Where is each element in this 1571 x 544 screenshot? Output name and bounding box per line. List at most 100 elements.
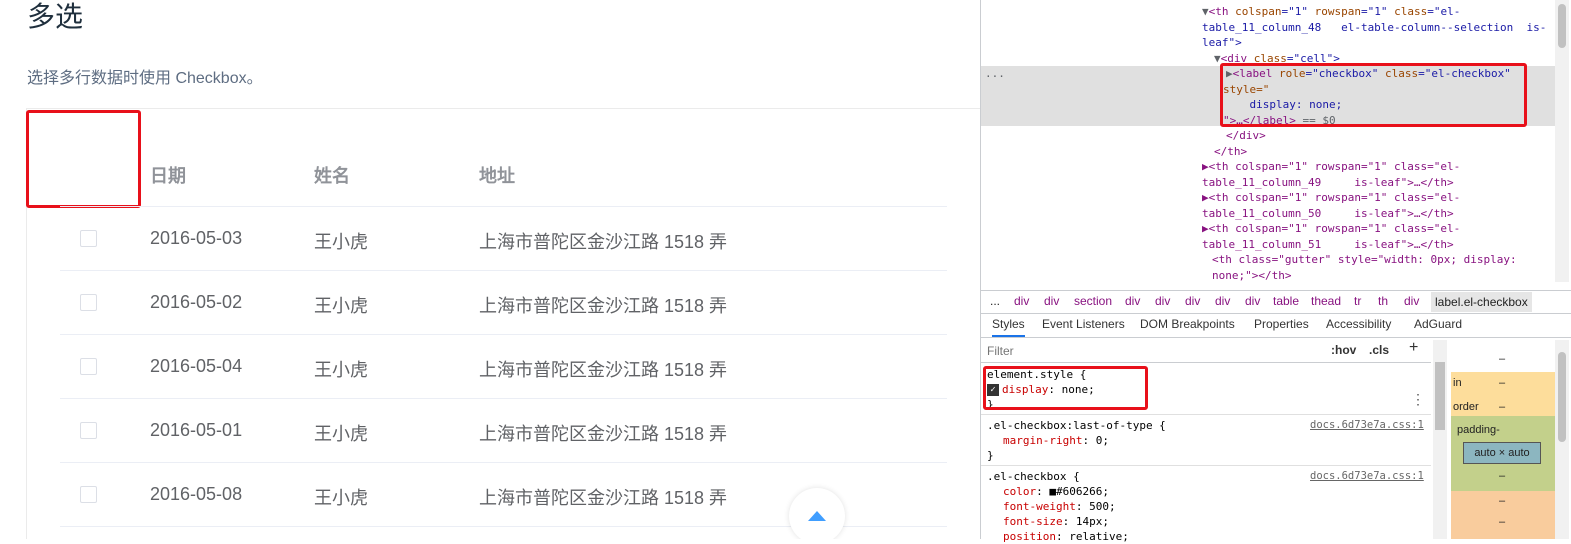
boxmodel-scrollbar[interactable] [1555, 340, 1569, 539]
dom-node-th-49[interactable]: ▶<th colspan="1" rowspan="1" class="el- [1202, 159, 1460, 175]
breadcrumb-item[interactable]: section [1074, 294, 1112, 308]
cell-name: 王小虎 [314, 488, 368, 508]
cls-toggle[interactable]: .cls [1369, 343, 1389, 357]
highlight-box-header-cell [26, 110, 141, 208]
breadcrumb-item[interactable]: th [1378, 294, 1388, 308]
breadcrumb-item-active[interactable]: label.el-checkbox [1431, 292, 1532, 312]
node-menu-ellipsis[interactable]: ... [985, 66, 1005, 82]
dom-line: table_11_column_49 is-leaf">…</th> [1202, 175, 1454, 189]
tab-styles[interactable]: Styles [992, 317, 1025, 337]
tab-adguard[interactable]: AdGuard [1414, 317, 1462, 331]
new-rule-plus-icon[interactable]: + [1409, 339, 1418, 357]
breadcrumb-item[interactable]: div [1014, 294, 1029, 308]
row-divider [60, 462, 947, 463]
breadcrumb-item[interactable]: div [1044, 294, 1059, 308]
breadcrumb-item[interactable]: thead [1311, 294, 1341, 308]
style-declaration[interactable]: font-size: 14px; [1003, 514, 1109, 529]
breadcrumb-item[interactable]: div [1155, 294, 1170, 308]
dom-line: </th> [1214, 144, 1248, 158]
rule-selector: .el-checkbox { [987, 470, 1080, 483]
styles-scrollbar[interactable] [1433, 340, 1447, 539]
style-declaration[interactable]: font-weight: 500; [1003, 499, 1116, 514]
cell-address: 上海市普陀区金沙江路 1518 弄 [479, 296, 728, 316]
cell-name: 王小虎 [314, 360, 368, 380]
cell-address: 上海市普陀区金沙江路 1518 弄 [479, 232, 728, 252]
style-declaration[interactable]: margin-right: 0; [1003, 433, 1109, 448]
page-description: 选择多行数据时使用 Checkbox。 [27, 70, 263, 87]
column-header-address[interactable]: 地址 [479, 162, 515, 188]
dom-line: none;"></th> [1212, 268, 1292, 282]
breadcrumb-item[interactable]: div [1215, 294, 1230, 308]
breadcrumb-item[interactable]: div [1404, 294, 1419, 308]
cell-name: 王小虎 [314, 424, 368, 444]
back-to-top-button[interactable] [789, 488, 845, 539]
breadcrumb-item[interactable]: ... [990, 294, 1000, 308]
cell-address: 上海市普陀区金沙江路 1518 弄 [479, 424, 728, 444]
dom-node-th-51[interactable]: ▶<th colspan="1" rowspan="1" class="el- [1202, 221, 1460, 237]
row-divider [60, 398, 947, 399]
box-model-margin-label: in [1453, 377, 1462, 389]
dom-node-th-48[interactable]: ▼<th colspan="1" rowspan="1" class="el- [1202, 4, 1460, 20]
row-checkbox[interactable] [80, 486, 97, 503]
style-declaration[interactable]: position: relative; [1003, 529, 1129, 544]
cell-address: 上海市普陀区金沙江路 1518 弄 [479, 488, 728, 508]
styles-filter-input[interactable] [985, 341, 1325, 361]
highlight-box-dom-node [1220, 63, 1527, 127]
cell-name: 王小虎 [314, 296, 368, 316]
devtools-panel: ▼<th colspan="1" rowspan="1" class="el- … [980, 0, 1571, 543]
style-declaration[interactable]: color: ■#606266; [1003, 484, 1109, 499]
styles-filter-bar: :hov .cls + [981, 338, 1431, 363]
breadcrumb-item[interactable]: tr [1354, 294, 1361, 308]
cell-name: 王小虎 [314, 232, 368, 252]
row-checkbox[interactable] [80, 230, 97, 247]
styles-pane: element.style { ✓ display: none; } ⋮ .el-… [981, 363, 1431, 543]
box-model-content: auto × auto [1463, 442, 1541, 464]
dom-line: </div> [1226, 129, 1266, 142]
box-model-value: – [1499, 516, 1506, 528]
box-model-border-label: order [1453, 401, 1479, 413]
column-header-date[interactable]: 日期 [150, 162, 186, 188]
breadcrumb: ... div div section div div div div div … [981, 290, 1571, 314]
source-link[interactable]: docs.6d73e7a.css:1 [1310, 469, 1424, 484]
breadcrumb-item[interactable]: div [1125, 294, 1140, 308]
hov-toggle[interactable]: :hov [1331, 343, 1356, 357]
dom-line: table_11_column_51 is-leaf">…</th> [1202, 237, 1454, 251]
box-model-value: – [1499, 353, 1506, 365]
dom-node-th-gutter[interactable]: <th class="gutter" style="width: 0px; di… [1212, 252, 1517, 268]
rule-divider [981, 414, 1431, 415]
box-model-padding-label: padding- [1457, 424, 1500, 436]
breadcrumb-item[interactable]: div [1185, 294, 1200, 308]
row-checkbox[interactable] [80, 294, 97, 311]
cell-address: 上海市普陀区金沙江路 1518 弄 [479, 360, 728, 380]
page-title: 多选 [27, 1, 84, 32]
breadcrumb-item[interactable]: table [1273, 294, 1299, 308]
rule-selector: .el-checkbox:last-of-type { [987, 419, 1166, 432]
breadcrumb-item[interactable]: div [1245, 294, 1260, 308]
source-link[interactable]: docs.6d73e7a.css:1 [1310, 418, 1424, 433]
box-model-value: – [1499, 377, 1506, 389]
elements-scrollbar[interactable] [1555, 0, 1569, 282]
more-options-icon[interactable]: ⋮ [1411, 393, 1425, 408]
highlight-box-element-style [983, 366, 1148, 410]
tab-event-listeners[interactable]: Event Listeners [1042, 317, 1125, 331]
cell-date: 2016-05-01 [150, 420, 243, 440]
row-checkbox[interactable] [80, 358, 97, 375]
box-model-value: – [1499, 401, 1506, 413]
cell-date: 2016-05-03 [150, 228, 243, 248]
cell-date: 2016-05-04 [150, 356, 243, 376]
row-divider [60, 270, 947, 271]
dom-line: table_11_column_50 is-leaf">…</th> [1202, 206, 1454, 220]
tab-accessibility[interactable]: Accessibility [1326, 317, 1391, 331]
docs-page: 多选 选择多行数据时使用 Checkbox。 日期 姓名 地址 2016-05-… [0, 0, 980, 539]
tab-dom-breakpoints[interactable]: DOM Breakpoints [1140, 317, 1235, 331]
row-checkbox[interactable] [80, 422, 97, 439]
header-divider [60, 206, 947, 207]
cell-date: 2016-05-08 [150, 484, 243, 504]
dom-node-th-50[interactable]: ▶<th colspan="1" rowspan="1" class="el- [1202, 190, 1460, 206]
devtools-subtabs: Styles Event Listeners DOM Breakpoints P… [981, 313, 1571, 338]
row-divider [60, 334, 947, 335]
rule-close-brace: } [987, 449, 994, 462]
column-header-name[interactable]: 姓名 [314, 162, 350, 188]
box-model-value: – [1499, 495, 1506, 507]
tab-properties[interactable]: Properties [1254, 317, 1309, 331]
